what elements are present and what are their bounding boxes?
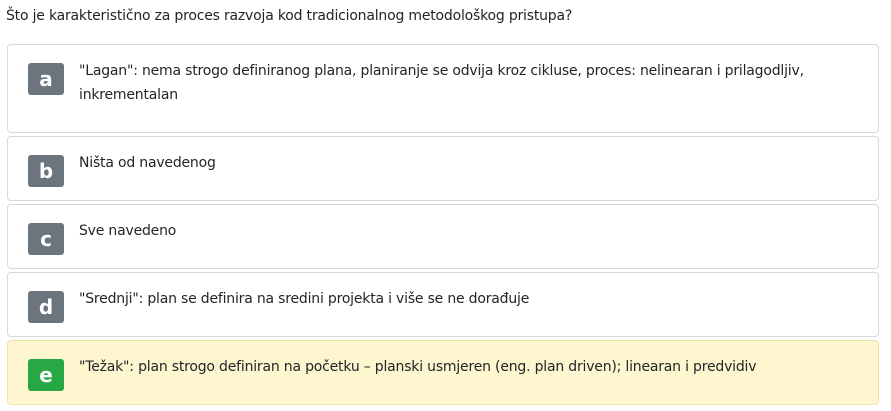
option-letter-badge: e xyxy=(28,359,64,391)
option-letter-badge: d xyxy=(28,291,64,323)
question-text: Što je karakteristično za proces razvoja… xyxy=(6,8,573,24)
option-text: Ništa od navedenog xyxy=(79,155,216,171)
answer-option-a[interactable]: a "Lagan": nema strogo definiranog plana… xyxy=(7,44,879,133)
option-letter-badge: c xyxy=(28,223,64,255)
answer-option-b[interactable]: b Ništa od navedenog xyxy=(7,136,879,201)
answer-option-e[interactable]: e "Težak": plan strogo definiran na poče… xyxy=(7,340,879,405)
option-text: "Srednji": plan se definira na sredini p… xyxy=(79,291,530,307)
answer-options: a "Lagan": nema strogo definiranog plana… xyxy=(7,44,879,408)
option-text: Sve navedeno xyxy=(79,223,177,239)
option-text: "Lagan": nema strogo definiranog plana, … xyxy=(79,63,804,103)
answer-option-d[interactable]: d "Srednji": plan se definira na sredini… xyxy=(7,272,879,337)
answer-option-c[interactable]: c Sve navedeno xyxy=(7,204,879,269)
option-text: "Težak": plan strogo definiran na početk… xyxy=(79,359,757,375)
option-letter-badge: b xyxy=(28,155,64,187)
option-letter-badge: a xyxy=(28,63,64,95)
